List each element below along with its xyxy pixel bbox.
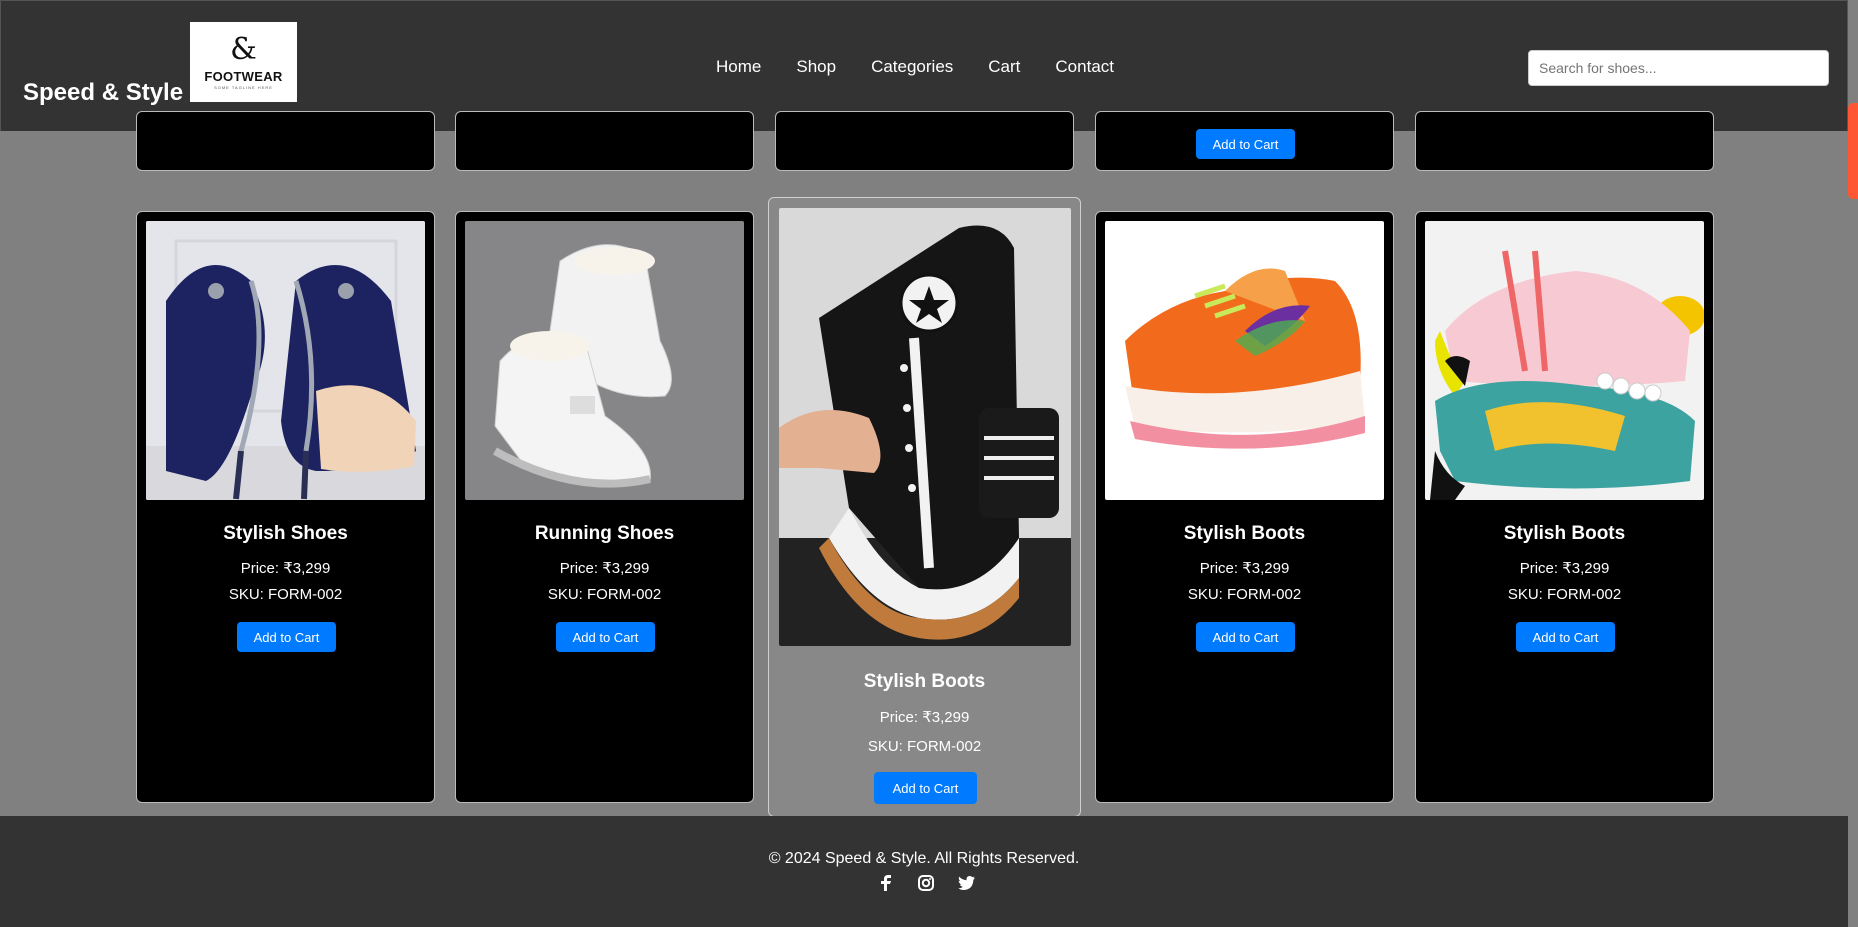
product-price: Price: ₹3,299 — [879, 709, 970, 726]
product-name[interactable]: Stylish Boots — [769, 671, 1080, 693]
add-to-cart-button[interactable]: Add to Cart — [556, 622, 655, 652]
product-name[interactable]: Running Shoes — [456, 523, 753, 545]
product-sku: SKU: FORM-002 — [547, 586, 662, 603]
copyright-text: © 2024 Speed & Style. All Rights Reserve… — [768, 850, 1080, 867]
product-image-orange-sneaker[interactable] — [1105, 221, 1384, 500]
product-card-partial — [136, 111, 435, 171]
product-card-partial — [1415, 111, 1714, 171]
product-grid: Add to Cart Stylish Shoes Price: ₹3,299 … — [0, 111, 1848, 817]
product-price: Price: ₹3,299 — [240, 560, 331, 577]
instagram-icon[interactable] — [916, 873, 936, 893]
product-image-colorful-sneakers[interactable] — [1425, 221, 1704, 500]
product-card: Stylish Boots Price: ₹3,299 SKU: FORM-00… — [1415, 211, 1714, 803]
social-links — [876, 873, 976, 893]
product-sku: SKU: FORM-002 — [1187, 586, 1302, 603]
product-price: Price: ₹3,299 — [1519, 560, 1610, 577]
twitter-icon[interactable] — [956, 873, 976, 893]
product-name[interactable]: Stylish Boots — [1096, 523, 1393, 545]
product-name[interactable]: Stylish Shoes — [137, 523, 434, 545]
search-input[interactable] — [1528, 50, 1829, 86]
logo-symbol: & — [230, 31, 257, 67]
brand-name[interactable]: Speed & Style — [23, 79, 183, 107]
logo-tagline: SOME TAGLINE HERE — [214, 84, 273, 90]
facebook-icon[interactable] — [876, 873, 896, 893]
add-to-cart-button[interactable]: Add to Cart — [874, 772, 977, 804]
nav-cart[interactable]: Cart — [988, 57, 1020, 77]
product-card: Stylish Boots Price: ₹3,299 SKU: FORM-00… — [1095, 211, 1394, 803]
product-card-featured: Stylish Boots Price: ₹3,299 SKU: FORM-00… — [768, 197, 1081, 817]
product-card-partial — [775, 111, 1074, 171]
product-image-black-hightop[interactable] — [779, 208, 1071, 646]
product-name[interactable]: Stylish Boots — [1416, 523, 1713, 545]
product-card-partial: Add to Cart — [1095, 111, 1394, 171]
scrollbar-thumb[interactable] — [1848, 103, 1858, 199]
nav-contact[interactable]: Contact — [1055, 57, 1114, 77]
nav-shop[interactable]: Shop — [796, 57, 836, 77]
product-price: Price: ₹3,299 — [559, 560, 650, 577]
nav-home[interactable]: Home — [716, 57, 761, 77]
product-sku: SKU: FORM-002 — [228, 586, 343, 603]
site-footer: © 2024 Speed & Style. All Rights Reserve… — [0, 816, 1848, 927]
product-sku: SKU: FORM-002 — [1507, 586, 1622, 603]
nav-categories[interactable]: Categories — [871, 57, 953, 77]
footwear-logo[interactable]: & FOOTWEAR SOME TAGLINE HERE — [190, 22, 297, 102]
main-nav: Home Shop Categories Cart Contact — [716, 57, 1114, 77]
add-to-cart-button[interactable]: Add to Cart — [1196, 622, 1295, 652]
add-to-cart-button[interactable]: Add to Cart — [237, 622, 336, 652]
product-card: Running Shoes Price: ₹3,299 SKU: FORM-00… — [455, 211, 754, 803]
product-price: Price: ₹3,299 — [1199, 560, 1290, 577]
product-image-white-boots[interactable] — [465, 221, 744, 500]
product-image-heels[interactable] — [146, 221, 425, 500]
product-card: Stylish Shoes Price: ₹3,299 SKU: FORM-00… — [136, 211, 435, 803]
logo-word: FOOTWEAR — [204, 68, 283, 84]
product-sku: SKU: FORM-002 — [867, 738, 982, 755]
add-to-cart-button[interactable]: Add to Cart — [1196, 129, 1295, 159]
add-to-cart-button[interactable]: Add to Cart — [1516, 622, 1615, 652]
product-card-partial — [455, 111, 754, 171]
